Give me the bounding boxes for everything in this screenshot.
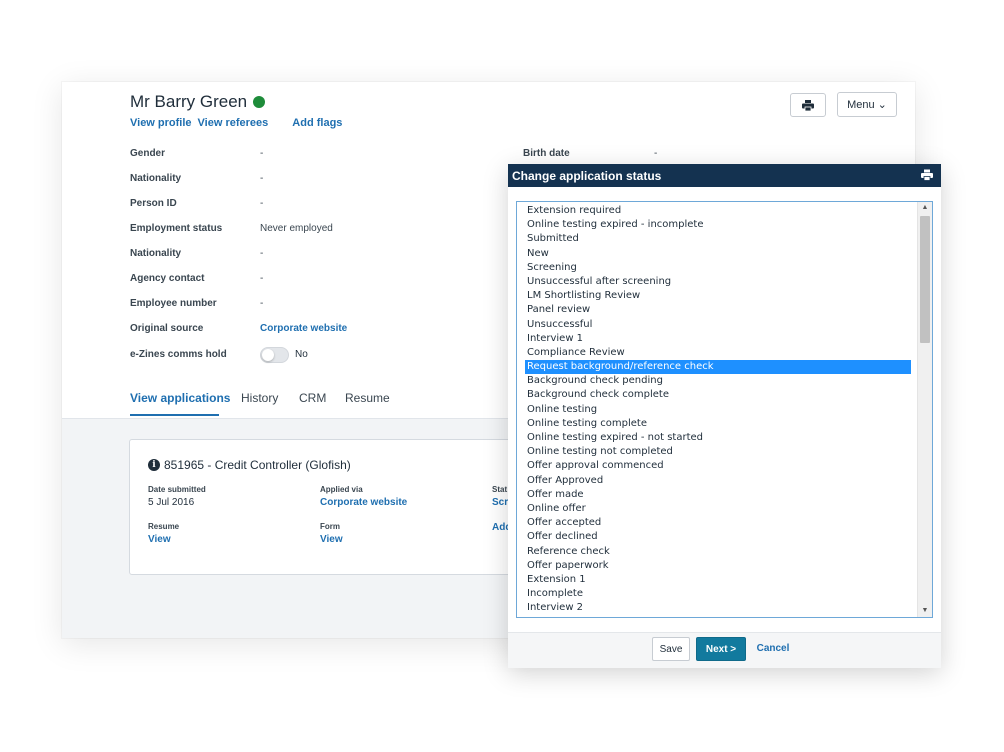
dialog-header: Change application status bbox=[508, 164, 941, 187]
next-button[interactable]: Next > bbox=[696, 637, 746, 661]
info-icon: i bbox=[148, 459, 160, 471]
status-option[interactable]: New bbox=[517, 247, 911, 261]
status-option[interactable]: Background check pending bbox=[517, 374, 911, 388]
status-option[interactable]: Incomplete bbox=[517, 587, 911, 601]
field-label-nationality-2: Nationality bbox=[130, 248, 182, 259]
status-options: Extension required Online testing expired… bbox=[517, 204, 911, 615]
listbox-scrollbar[interactable]: ▲ ▼ bbox=[917, 202, 932, 617]
field-value-agency-contact: - bbox=[260, 273, 264, 284]
status-option[interactable]: Interview 2 bbox=[517, 601, 911, 615]
active-tab-indicator bbox=[130, 414, 219, 416]
change-status-dialog: Change application status Extension requ… bbox=[508, 164, 941, 668]
scroll-up-arrow-icon[interactable]: ▲ bbox=[918, 202, 932, 214]
menu-button[interactable]: Menu ⌄ bbox=[837, 92, 897, 117]
scroll-down-arrow-icon[interactable]: ▼ bbox=[918, 605, 932, 617]
field-value-nationality-2: - bbox=[260, 248, 264, 259]
status-option[interactable]: Panel review bbox=[517, 303, 911, 317]
field-value-employment-status: Never employed bbox=[260, 223, 333, 234]
resume-view-link[interactable]: View bbox=[148, 534, 171, 545]
profile-links: View profile View referees Add flags bbox=[130, 117, 348, 129]
status-option[interactable]: Online offer bbox=[517, 502, 911, 516]
status-listbox[interactable]: Extension required Online testing expired… bbox=[516, 201, 933, 618]
tab-resume[interactable]: Resume bbox=[345, 391, 390, 405]
status-online-dot-icon bbox=[253, 96, 266, 108]
printer-icon[interactable] bbox=[921, 169, 933, 181]
status-option[interactable]: LM Shortlisting Review bbox=[517, 289, 911, 303]
status-option[interactable]: Extension 1 bbox=[517, 573, 911, 587]
candidate-name-text: Mr Barry Green bbox=[130, 92, 248, 111]
ezines-comms-hold-toggle[interactable] bbox=[260, 347, 289, 363]
application-title-text: 851965 - Credit Controller (Glofish) bbox=[164, 458, 351, 472]
scroll-thumb[interactable] bbox=[920, 216, 930, 343]
status-option[interactable]: Interview 1 bbox=[517, 332, 911, 346]
status-option[interactable]: Submitted bbox=[517, 232, 911, 246]
applied-via-label: Applied via bbox=[320, 485, 363, 494]
application-card: i 851965 - Credit Controller (Glofish) D… bbox=[129, 439, 551, 575]
field-label-birth-date: Birth date bbox=[523, 148, 570, 159]
field-value-birth-date: - bbox=[654, 148, 658, 159]
field-label-employee-number: Employee number bbox=[130, 298, 217, 309]
status-option[interactable]: Offer accepted bbox=[517, 516, 911, 530]
status-option[interactable]: Online testing expired - not started bbox=[517, 431, 911, 445]
status-option[interactable]: Background check complete bbox=[517, 388, 911, 402]
ezines-comms-hold-value: No bbox=[295, 349, 308, 360]
original-source-link[interactable]: Corporate website bbox=[260, 323, 347, 334]
tab-crm[interactable]: CRM bbox=[299, 391, 326, 405]
status-option[interactable]: Online testing complete bbox=[517, 417, 911, 431]
field-label-agency-contact: Agency contact bbox=[130, 273, 205, 284]
status-option[interactable]: Screening bbox=[517, 261, 911, 275]
form-label: Form bbox=[320, 522, 340, 531]
status-option[interactable]: Online testing expired - incomplete bbox=[517, 218, 911, 232]
resume-label: Resume bbox=[148, 522, 180, 531]
status-option[interactable]: Unsuccessful after screening bbox=[517, 275, 911, 289]
applied-via-link[interactable]: Corporate website bbox=[320, 497, 407, 508]
field-label-ezines-comms-hold: e-Zines comms hold bbox=[130, 349, 227, 360]
application-title: i 851965 - Credit Controller (Glofish) bbox=[148, 458, 351, 472]
date-submitted-label: Date submitted bbox=[148, 485, 206, 494]
status-option[interactable]: Offer Approved bbox=[517, 474, 911, 488]
print-button[interactable] bbox=[790, 93, 826, 117]
field-value-gender: - bbox=[260, 148, 264, 159]
status-option[interactable]: Offer paperwork bbox=[517, 559, 911, 573]
field-label-original-source: Original source bbox=[130, 323, 204, 334]
field-value-person-id: - bbox=[260, 198, 264, 209]
tab-view-applications[interactable]: View applications bbox=[130, 391, 230, 405]
field-label-gender: Gender bbox=[130, 148, 166, 159]
tab-history[interactable]: History bbox=[241, 391, 278, 405]
form-view-link[interactable]: View bbox=[320, 534, 343, 545]
field-value-employee-number: - bbox=[260, 298, 264, 309]
status-option[interactable]: Online testing bbox=[517, 403, 911, 417]
candidate-name: Mr Barry Green bbox=[130, 92, 266, 112]
date-submitted-value: 5 Jul 2016 bbox=[148, 497, 195, 508]
status-option[interactable]: Online testing not completed bbox=[517, 445, 911, 459]
status-option[interactable]: Offer made bbox=[517, 488, 911, 502]
field-value-nationality: - bbox=[260, 173, 264, 184]
dialog-footer: Save Next > Cancel bbox=[508, 632, 941, 668]
field-label-employment-status: Employment status bbox=[130, 223, 223, 234]
status-option[interactable]: Request background/reference check bbox=[525, 360, 911, 375]
field-label-person-id: Person ID bbox=[130, 198, 177, 209]
status-label: Stat bbox=[492, 485, 508, 494]
status-option[interactable]: Extension required bbox=[517, 204, 911, 218]
view-referees-link[interactable]: View referees bbox=[198, 117, 269, 129]
cancel-button[interactable]: Cancel bbox=[756, 637, 790, 659]
add-flags-link[interactable]: Add flags bbox=[292, 117, 342, 129]
status-option[interactable]: Offer approval commenced bbox=[517, 459, 911, 473]
dialog-title: Change application status bbox=[512, 169, 662, 183]
view-profile-link[interactable]: View profile bbox=[130, 117, 192, 129]
status-option[interactable]: Reference check bbox=[517, 545, 911, 559]
save-button[interactable]: Save bbox=[652, 637, 690, 661]
status-option[interactable]: Unsuccessful bbox=[517, 318, 911, 332]
field-label-nationality: Nationality bbox=[130, 173, 182, 184]
printer-icon bbox=[802, 99, 814, 111]
status-option[interactable]: Compliance Review bbox=[517, 346, 911, 360]
status-option[interactable]: Offer declined bbox=[517, 530, 911, 544]
